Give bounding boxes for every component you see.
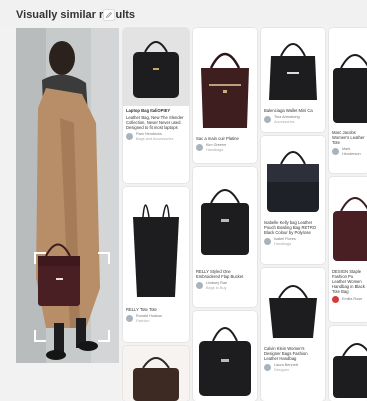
pin-attribution[interactable]: Lindsey Rae Bags to Buy <box>193 279 257 293</box>
page-title: Visually similar results <box>16 9 136 21</box>
pin-card[interactable]: Marc Jacobs Women's Leather Tote Mark He… <box>329 28 367 173</box>
pin-caption: RELLY Styled One Embroidered Flap Bucket <box>196 269 244 279</box>
pin-card[interactable]: RELLY Styled One Embroidered Flap Bucket… <box>193 167 257 307</box>
pin-board[interactable]: Designer <box>274 368 298 373</box>
pin-attribution[interactable]: Pam Hendricks Bags and Accessories <box>123 130 189 144</box>
pin-image[interactable] <box>123 187 189 305</box>
pin-image[interactable] <box>193 167 257 267</box>
pin-card[interactable]: RELLY Tote Tote Ronald Hudson Fashion <box>123 187 189 342</box>
pin-image[interactable] <box>193 28 257 134</box>
pin-image[interactable] <box>329 177 367 267</box>
pin-board[interactable]: Bags to Buy <box>206 286 227 291</box>
pin-caption: Calvin Klein Women's Designer Bags Fashi… <box>264 346 308 361</box>
pin-caption: DESIGN Staple Fashion Pu Leather Women H… <box>332 269 365 294</box>
pin-image[interactable] <box>193 311 257 401</box>
pin-attribution[interactable]: Laura Bennett Designer <box>261 361 325 375</box>
pin-board[interactable]: Handbags <box>206 148 226 153</box>
pin-board[interactable]: Accessories <box>274 120 300 125</box>
pin-board[interactable]: Fashion <box>136 319 162 324</box>
pin-heading: Laptop Bag ItaliOPIEY <box>126 108 171 113</box>
pin-card[interactable] <box>329 326 367 401</box>
avatar[interactable] <box>264 238 271 245</box>
avatar[interactable] <box>126 315 133 322</box>
pin-caption: RELLY Tote Tote <box>126 307 157 312</box>
pin-card[interactable] <box>123 346 189 401</box>
pin-card[interactable]: Isabelle Kelly bag Leather Pouch Bowling… <box>261 136 325 264</box>
pin-image[interactable] <box>329 28 367 128</box>
avatar[interactable] <box>332 148 339 155</box>
pin-image[interactable] <box>329 326 367 401</box>
pin-caption: Isabelle Kelly bag Leather Pouch Bowling… <box>264 220 317 235</box>
source-photo[interactable] <box>16 28 119 363</box>
pin-image[interactable] <box>261 28 325 106</box>
pin-card[interactable]: Calvin Klein Women's Designer Bags Fashi… <box>261 268 325 401</box>
pin-board[interactable]: Bags and Accessories <box>136 137 173 142</box>
avatar[interactable] <box>126 133 133 140</box>
pin-card[interactable]: DESIGN Staple Fashion Pu Leather Women H… <box>329 177 367 322</box>
pin-attribution[interactable]: Emilia Rose <box>329 294 367 306</box>
avatar[interactable] <box>332 296 339 303</box>
pin-attribution[interactable]: Tina Armstrong Accessories <box>261 113 325 127</box>
pin-image[interactable] <box>123 346 189 401</box>
avatar[interactable] <box>196 282 203 289</box>
pin-caption: Sac a main cuir Platine <box>196 136 239 141</box>
pin-image[interactable] <box>261 268 325 344</box>
pin-card[interactable]: Balenciaga Wallet Mini Ca Tina Armstrong… <box>261 28 325 132</box>
pin-board[interactable]: Handbags <box>274 242 296 247</box>
avatar[interactable] <box>264 116 271 123</box>
pencil-icon[interactable] <box>103 9 115 21</box>
pin-image[interactable] <box>123 28 189 106</box>
pin-card[interactable] <box>193 311 257 401</box>
pin-image[interactable] <box>261 136 325 218</box>
pin-caption: Leather Bag, New The Slender Collection,… <box>126 115 184 130</box>
crop-handle-top-right[interactable] <box>98 252 110 264</box>
pin-caption: Marc Jacobs Women's Leather Tote <box>332 130 365 145</box>
pin-user[interactable]: Mark Henderson <box>342 147 366 156</box>
crop-selector[interactable] <box>34 252 110 342</box>
avatar[interactable] <box>264 364 271 371</box>
avatar[interactable] <box>196 144 203 151</box>
pin-card[interactable]: Laptop Bag ItaliOPIEY Leather Bag, New T… <box>123 28 189 183</box>
pin-attribution[interactable]: Kim Greene Handbags <box>193 141 257 155</box>
pin-attribution[interactable]: Isabel Flores Handbags <box>261 235 325 249</box>
results-header: Visually similar results <box>0 0 367 26</box>
pin-card[interactable]: Sac a main cuir Platine Kim Greene Handb… <box>193 28 257 163</box>
crop-handle-top-left[interactable] <box>34 252 46 264</box>
pin-attribution[interactable]: Ronald Hudson Fashion <box>123 312 189 326</box>
pin-user[interactable]: Emilia Rose <box>342 297 362 302</box>
crop-handle-bottom-right[interactable] <box>98 330 110 342</box>
pin-caption: Balenciaga Wallet Mini Ca <box>264 108 313 113</box>
pin-attribution[interactable]: Mark Henderson <box>329 145 367 159</box>
crop-handle-bottom-left[interactable] <box>34 330 46 342</box>
